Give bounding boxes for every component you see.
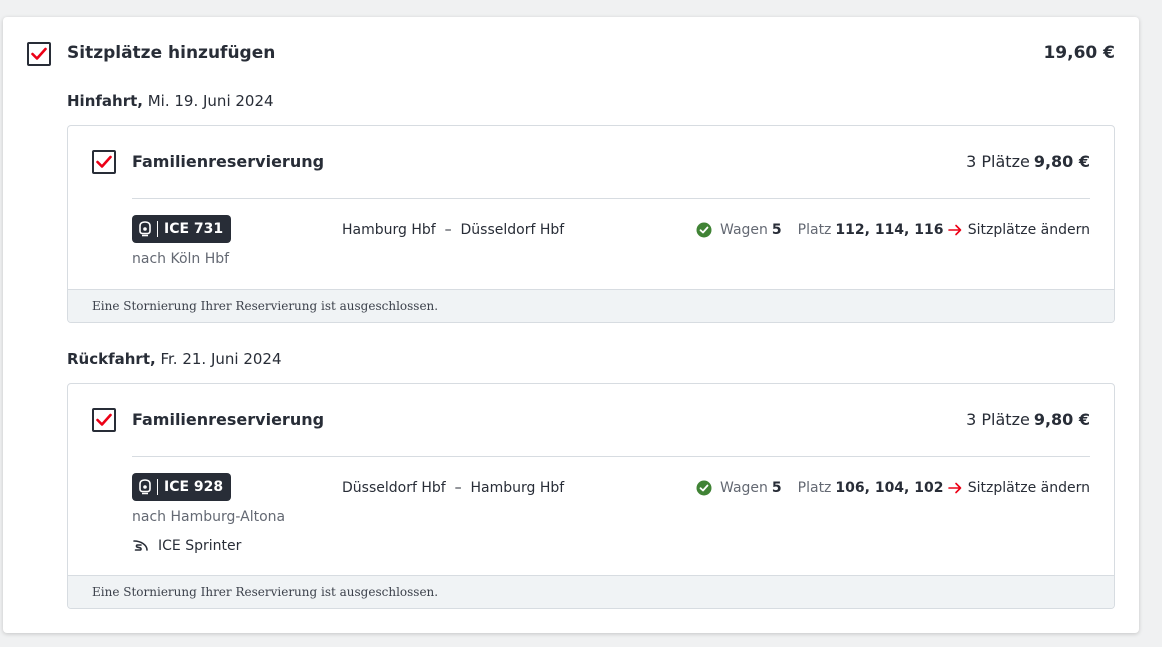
outbound-family-reservation-checkbox[interactable] — [92, 150, 116, 174]
outbound-wagen-number: 5 — [771, 222, 782, 238]
outbound-cancellation-note: Eine Stornierung Ihrer Reservierung ist … — [68, 289, 1114, 322]
outbound-seat-count: 3 Plätze 9,80 € — [966, 152, 1090, 171]
outbound-reservation-card: Familienreservierung 3 Plätze 9,80 € ICE … — [67, 125, 1115, 323]
checkmark-icon — [31, 47, 47, 60]
add-seats-checkbox[interactable] — [27, 42, 51, 66]
outbound-date: Mi. 19. Juni 2024 — [142, 92, 274, 110]
section-title: Sitzplätze hinzufügen — [67, 43, 276, 63]
arrow-right-icon — [947, 224, 962, 236]
check-circle-icon — [696, 222, 712, 238]
outbound-reservation-title: Familienreservierung — [132, 152, 325, 171]
return-seat-numbers: 106, 104, 102 — [835, 480, 944, 496]
outbound-seat-info: Wagen 5 Platz 112, 114, 116 — [696, 222, 943, 238]
outbound-price: 9,80 € — [1033, 152, 1090, 171]
return-train-destination: nach Hamburg-Altona — [132, 509, 286, 525]
return-date: Fr. 21. Juni 2024 — [155, 350, 282, 368]
return-label: Rückfahrt, — [67, 350, 156, 368]
train-icon — [139, 479, 151, 495]
train-icon — [139, 221, 151, 237]
return-train-badge: ICE 928 — [132, 473, 232, 501]
outbound-train-number: ICE 731 — [164, 221, 224, 237]
return-cancellation-note: Eine Stornierung Ihrer Reservierung ist … — [68, 575, 1114, 608]
outbound-date-line: Hinfahrt, Mi. 19. Juni 2024 — [67, 92, 274, 110]
return-price: 9,80 € — [1033, 410, 1090, 429]
outbound-train-badge: ICE 731 — [132, 215, 232, 243]
return-family-reservation-checkbox[interactable] — [92, 408, 116, 432]
divider — [132, 198, 1090, 199]
outbound-change-seats-link[interactable]: Sitzplätze ändern — [947, 222, 1090, 238]
outbound-train-destination: nach Köln Hbf — [132, 251, 230, 267]
return-reservation-card: Familienreservierung 3 Plätze 9,80 € ICE … — [67, 383, 1115, 609]
return-train-number: ICE 928 — [164, 479, 224, 495]
return-seat-count: 3 Plätze 9,80 € — [966, 410, 1090, 429]
total-price: 19,60 € — [1043, 43, 1115, 63]
arrow-right-icon — [947, 482, 962, 494]
return-date-line: Rückfahrt, Fr. 21. Juni 2024 — [67, 350, 282, 368]
outbound-route: Hamburg Hbf – Düsseldorf Hbf — [342, 222, 565, 238]
divider — [132, 456, 1090, 457]
ice-sprinter-label: ICE Sprinter — [132, 538, 241, 554]
return-seat-info: Wagen 5 Platz 106, 104, 102 — [696, 480, 943, 496]
return-change-seats-link[interactable]: Sitzplätze ändern — [947, 480, 1090, 496]
return-route: Düsseldorf Hbf – Hamburg Hbf — [342, 480, 565, 496]
outbound-label: Hinfahrt, — [67, 92, 143, 110]
seat-reservation-panel: Sitzplätze hinzufügen 19,60 € Hinfahrt, … — [3, 17, 1139, 633]
sprinter-icon — [133, 540, 148, 551]
outbound-seat-numbers: 112, 114, 116 — [835, 222, 944, 238]
return-wagen-number: 5 — [771, 480, 782, 496]
checkmark-icon — [96, 413, 112, 426]
checkmark-icon — [96, 155, 112, 168]
check-circle-icon — [696, 480, 712, 496]
return-reservation-title: Familienreservierung — [132, 410, 325, 429]
